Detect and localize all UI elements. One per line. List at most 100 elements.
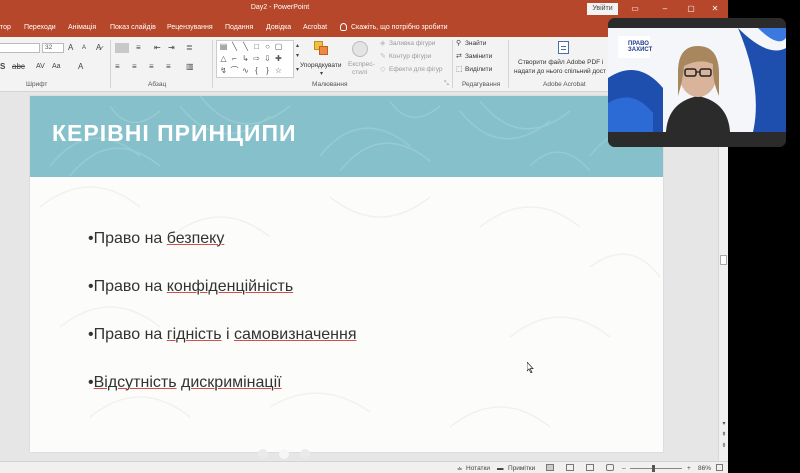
fit-to-window-icon[interactable]: [716, 464, 723, 471]
tab-help[interactable]: Довідка: [266, 24, 291, 31]
bullet-text: Право на: [93, 278, 167, 295]
drawing-group-label: Малювання: [312, 81, 348, 88]
scroll-down-arrow-icon[interactable]: ▾: [720, 420, 728, 428]
page-dot-active[interactable]: [279, 449, 289, 459]
arrange-icon[interactable]: [314, 41, 328, 55]
freeform-shape-icon[interactable]: ↯: [219, 66, 228, 75]
bullet-item[interactable]: •Право на гідність і самовизначення: [88, 326, 357, 344]
tab-acrobat[interactable]: Acrobat: [303, 24, 327, 31]
find-button[interactable]: Знайти: [465, 40, 486, 47]
gallery-up-icon[interactable]: ▴: [296, 41, 299, 51]
oval-shape-icon[interactable]: ○: [263, 42, 272, 51]
tell-me-search[interactable]: Скажіть, що потрібно зробити: [351, 24, 448, 31]
shadow-icon[interactable]: S: [0, 62, 5, 72]
pdf-share-icon[interactable]: [558, 41, 569, 54]
triangle-shape-icon[interactable]: △: [219, 54, 228, 63]
strikethrough-icon[interactable]: abc: [12, 62, 25, 72]
next-slide-icon[interactable]: ⇟: [720, 442, 728, 450]
shape-outline-button[interactable]: Контур фігури: [389, 53, 431, 60]
vertical-scrollbar[interactable]: ▾ ⇞ ⇟: [718, 93, 728, 461]
reading-view-icon[interactable]: [586, 464, 594, 471]
decrease-font-icon[interactable]: A: [82, 43, 86, 53]
font-color-icon[interactable]: A: [78, 62, 83, 72]
font-size-input[interactable]: 32: [42, 43, 64, 53]
page-dot[interactable]: [300, 449, 310, 459]
star-shape-icon[interactable]: ☆: [274, 66, 283, 75]
zoom-in-button[interactable]: +: [687, 465, 691, 472]
down-arrow-shape-icon[interactable]: ⇩: [263, 54, 272, 63]
gallery-more-icon[interactable]: ▾: [296, 65, 299, 75]
bullet-text-underlined: Відсутність: [93, 374, 177, 391]
increase-indent-icon[interactable]: ⇥: [168, 43, 175, 53]
shape-fill-button[interactable]: Заливка фігури: [389, 40, 435, 47]
right-brace-shape-icon[interactable]: }: [263, 66, 272, 75]
tab-review[interactable]: Рецензування: [167, 24, 213, 31]
columns-icon[interactable]: ▥: [186, 62, 194, 72]
close-button[interactable]: ✕: [708, 3, 722, 15]
scrollbar-thumb[interactable]: [720, 255, 727, 265]
page-dot[interactable]: [258, 449, 268, 459]
slideshow-icon[interactable]: [606, 464, 614, 471]
elbow-connector-icon[interactable]: ⌐: [230, 54, 239, 63]
bullets-icon[interactable]: [115, 43, 129, 53]
line-spacing-icon[interactable]: ≣: [186, 43, 193, 53]
prev-slide-icon[interactable]: ⇞: [720, 431, 728, 439]
slide[interactable]: КЕРІВНІ ПРИНЦИПИ •Право на безпеку •Прав…: [30, 96, 663, 452]
bullet-item[interactable]: •Відсутність дискримінації: [88, 374, 282, 392]
align-center-icon[interactable]: ≡: [132, 62, 137, 72]
arrange-dropdown-icon[interactable]: ▾: [320, 69, 323, 79]
bullet-item[interactable]: •Право на безпеку: [88, 230, 224, 248]
left-brace-shape-icon[interactable]: {: [252, 66, 261, 75]
replace-button[interactable]: Замінити: [465, 53, 492, 60]
tab-view[interactable]: Подання: [225, 24, 253, 31]
ribbon-display-options-icon[interactable]: ▭: [628, 3, 642, 15]
gallery-down-icon[interactable]: ▾: [296, 51, 299, 61]
plus-shape-icon[interactable]: ✚: [274, 54, 283, 63]
shapes-gallery[interactable]: ▤ ╲ ╲ □ ○ ▢ △ ⌐ ↳ ⇨ ⇩ ✚ ↯ ⌒ ∿ { } ☆: [216, 40, 294, 78]
textbox-shape-icon[interactable]: ▤: [219, 42, 228, 51]
change-case-icon[interactable]: Aa: [52, 62, 61, 72]
shape-effects-button[interactable]: Ефекти для фігур: [389, 66, 443, 73]
increase-font-icon[interactable]: A: [68, 43, 73, 53]
curve-shape-icon[interactable]: ⌒: [230, 66, 239, 75]
decrease-indent-icon[interactable]: ⇤: [154, 43, 161, 53]
zoom-out-button[interactable]: –: [622, 465, 626, 472]
line-shape-icon[interactable]: ╲: [230, 42, 239, 51]
tab-transitions[interactable]: Переходи: [24, 24, 56, 31]
slide-title[interactable]: КЕРІВНІ ПРИНЦИПИ: [52, 120, 297, 147]
sign-in-button[interactable]: Увійти: [587, 3, 618, 15]
bullet-item[interactable]: •Право на конфіденційність: [88, 278, 293, 296]
tab-animations[interactable]: Анімація: [68, 24, 96, 31]
quick-styles-button[interactable]: Експрес-: [348, 61, 375, 68]
comments-button[interactable]: Примітки: [508, 465, 535, 472]
align-left-icon[interactable]: ≡: [115, 62, 120, 72]
zoom-level[interactable]: 86%: [698, 465, 711, 472]
maximize-button[interactable]: ▢: [684, 3, 698, 15]
align-right-icon[interactable]: ≡: [149, 62, 154, 72]
quick-styles-icon[interactable]: [352, 41, 368, 57]
minimize-button[interactable]: –: [658, 3, 672, 15]
tab-slide-show[interactable]: Показ слайдів: [110, 24, 156, 31]
zoom-slider[interactable]: [630, 468, 682, 469]
normal-view-icon[interactable]: [546, 464, 554, 471]
numbering-icon[interactable]: ≡: [136, 43, 141, 53]
tab-design[interactable]: тор: [0, 24, 11, 31]
right-arrow-shape-icon[interactable]: ⇨: [252, 54, 261, 63]
scribble-shape-icon[interactable]: ∿: [241, 66, 250, 75]
select-button[interactable]: Виділити: [465, 66, 492, 73]
replace-icon: ⇄: [456, 53, 462, 60]
dialog-launcher-icon[interactable]: ⤡: [444, 79, 449, 89]
arrange-button[interactable]: Упорядкувати: [300, 62, 341, 69]
char-spacing-icon[interactable]: AV: [36, 62, 45, 72]
clear-formatting-icon[interactable]: A̷: [96, 43, 101, 53]
slide-sorter-icon[interactable]: [566, 464, 574, 471]
notes-button[interactable]: Нотатки: [466, 465, 490, 472]
arrow-shape-icon[interactable]: ╲: [241, 42, 250, 51]
zoom-slider-handle[interactable]: [652, 465, 655, 472]
font-name-input[interactable]: [0, 43, 40, 53]
create-pdf-button[interactable]: Створити файл Adobe PDF і: [518, 59, 603, 66]
elbow-arrow-icon[interactable]: ↳: [241, 54, 250, 63]
rounded-rect-shape-icon[interactable]: ▢: [274, 42, 283, 51]
justify-icon[interactable]: ≡: [166, 62, 171, 72]
rectangle-shape-icon[interactable]: □: [252, 42, 261, 51]
